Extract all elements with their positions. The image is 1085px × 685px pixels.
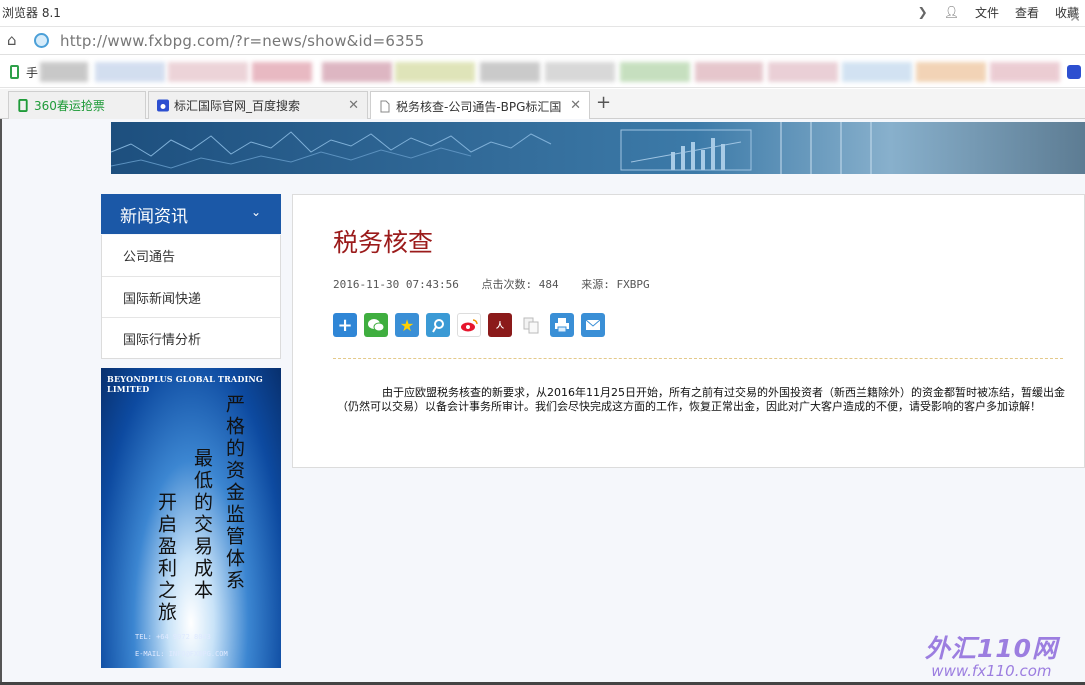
menu-file[interactable]: 文件 (975, 4, 999, 21)
blurred-bookmark[interactable] (480, 62, 540, 82)
document-icon (380, 100, 390, 112)
window-edge (0, 119, 2, 685)
watermark: 外汇110网 www.fx110.com (925, 629, 1058, 680)
phone-icon (18, 99, 28, 112)
blurred-bookmark[interactable] (168, 62, 248, 82)
blurred-bookmark[interactable] (620, 62, 690, 82)
renren-icon[interactable]: 人 (488, 313, 512, 337)
watermark-title: 外汇110网 (924, 634, 1058, 663)
tab-baidu-search[interactable]: 标汇国际官网_百度搜索 ✕ (148, 91, 368, 119)
plus-share-icon[interactable]: + (333, 313, 357, 337)
blurred-bookmark[interactable] (252, 62, 312, 82)
email-icon[interactable] (581, 313, 605, 337)
close-icon[interactable]: ✕ (1069, 10, 1081, 26)
blurred-bookmark[interactable] (695, 62, 763, 82)
tab-tax-audit[interactable]: 税务核查-公司通告-BPG标汇国 ✕ (370, 91, 590, 120)
chevron-down-icon: ⌄ (250, 205, 261, 219)
chevron-right-icon[interactable]: ❯ (918, 5, 928, 19)
url-field[interactable]: http://www.fxbpg.com/?r=news/show&id=635… (60, 32, 424, 50)
title-menus: ❯ 👤︎ 文件 查看 收藏 (918, 2, 1079, 22)
title-bar: 浏览器 8.1 ❯ 👤︎ 文件 查看 收藏 ✕ (0, 0, 1085, 27)
sidebar-item-market-analysis[interactable]: 国际行情分析 (102, 317, 280, 358)
stock-chart-graphic (111, 122, 872, 174)
blurred-bookmark[interactable] (40, 62, 88, 82)
address-bar: ⌂ http://www.fxbpg.com/?r=news/show&id=6… (0, 27, 1085, 55)
user-icon[interactable]: 👤︎ (944, 5, 959, 19)
copy-icon[interactable] (519, 313, 543, 337)
blurred-bookmark[interactable] (395, 62, 475, 82)
blurred-bookmark[interactable] (768, 62, 838, 82)
tab-label: 360春运抢票 (34, 99, 105, 113)
tab-label: 标汇国际官网_百度搜索 (174, 99, 301, 113)
menu-view[interactable]: 查看 (1015, 4, 1039, 21)
sidebar-header[interactable]: 新闻资讯 ⌄ (101, 194, 281, 234)
qzone-icon[interactable]: ★ (395, 313, 419, 337)
ad-slogan-1: 严格的资金监管体系 (223, 394, 245, 592)
baidu-paw-icon[interactable] (1067, 65, 1081, 79)
article-body: 由于应欧盟税务核查的新要求，从2016年11月25日开始，所有之前有过交易的外国… (337, 386, 1065, 413)
new-tab-button[interactable]: + (596, 92, 611, 113)
blurred-bookmark[interactable] (545, 62, 615, 82)
ad-slogan-3: 开启盈利之旅 (155, 492, 177, 624)
blurred-bookmark[interactable] (95, 62, 165, 82)
blurred-bookmark[interactable] (842, 62, 912, 82)
print-icon[interactable] (550, 313, 574, 337)
wechat-icon[interactable] (364, 313, 388, 337)
article-divider (333, 358, 1063, 359)
page-viewport: 新闻资讯 ⌄ 公司通告 国际新闻快递 国际行情分析 BEYONDPLUS GLO… (0, 119, 1085, 685)
close-tab-icon[interactable]: ✕ (570, 98, 581, 113)
sidebar-title: 新闻资讯 (120, 206, 188, 227)
article-panel: 税务核查 2016-11-30 07:43:56 点击次数: 484 来源: F… (292, 194, 1085, 468)
site-globe-icon (34, 33, 49, 48)
article-title: 税务核查 (333, 228, 434, 257)
article-source: 来源: FXBPG (581, 278, 650, 291)
sidebar-ad-banner[interactable]: BEYONDPLUS GLOBAL TRADING LIMITED 严格的资金监… (101, 368, 281, 668)
sidebar-item-company-notice[interactable]: 公司通告 (102, 235, 280, 276)
article-date: 2016-11-30 07:43:56 (333, 278, 459, 291)
ad-email: E-MAIL: INFO@FXBPG.COM (135, 650, 228, 658)
app-title: 浏览器 8.1 (2, 6, 61, 20)
sidebar-menu: 公司通告 国际新闻快递 国际行情分析 (101, 235, 281, 359)
blurred-bookmark[interactable] (322, 62, 392, 82)
tab-360-tickets[interactable]: 360春运抢票 (8, 91, 146, 119)
sina-weibo-icon[interactable] (457, 313, 481, 337)
phone-icon (10, 65, 19, 79)
home-icon[interactable]: ⌂ (7, 31, 17, 49)
site-banner (111, 122, 1085, 174)
article-meta: 2016-11-30 07:43:56 点击次数: 484 来源: FXBPG (333, 276, 666, 292)
sidebar-item-intl-news[interactable]: 国际新闻快递 (102, 276, 280, 317)
tencent-weibo-icon[interactable] (426, 313, 450, 337)
share-toolbar: + ★ 人 (333, 313, 605, 337)
tab-bar: 360春运抢票 标汇国际官网_百度搜索 ✕ 税务核查-公司通告-BPG标汇国 ✕… (0, 89, 1085, 120)
ad-tel: TEL: +64 9972 8043 (135, 633, 211, 641)
bookmark-item[interactable]: 手 (26, 64, 38, 81)
blurred-bookmark[interactable] (916, 62, 986, 82)
ad-company-name: BEYONDPLUS GLOBAL TRADING LIMITED (107, 374, 263, 394)
close-tab-icon[interactable]: ✕ (348, 98, 359, 113)
article-clicks: 点击次数: 484 (481, 278, 559, 291)
tab-label: 税务核查-公司通告-BPG标汇国 (396, 99, 562, 114)
baidu-paw-icon (157, 99, 169, 112)
blurred-bookmark[interactable] (990, 62, 1060, 82)
bookmarks-bar: 手 (0, 56, 1085, 88)
ad-slogan-2: 最低的交易成本 (191, 448, 213, 602)
watermark-url: www.fx110.com (931, 662, 1052, 680)
